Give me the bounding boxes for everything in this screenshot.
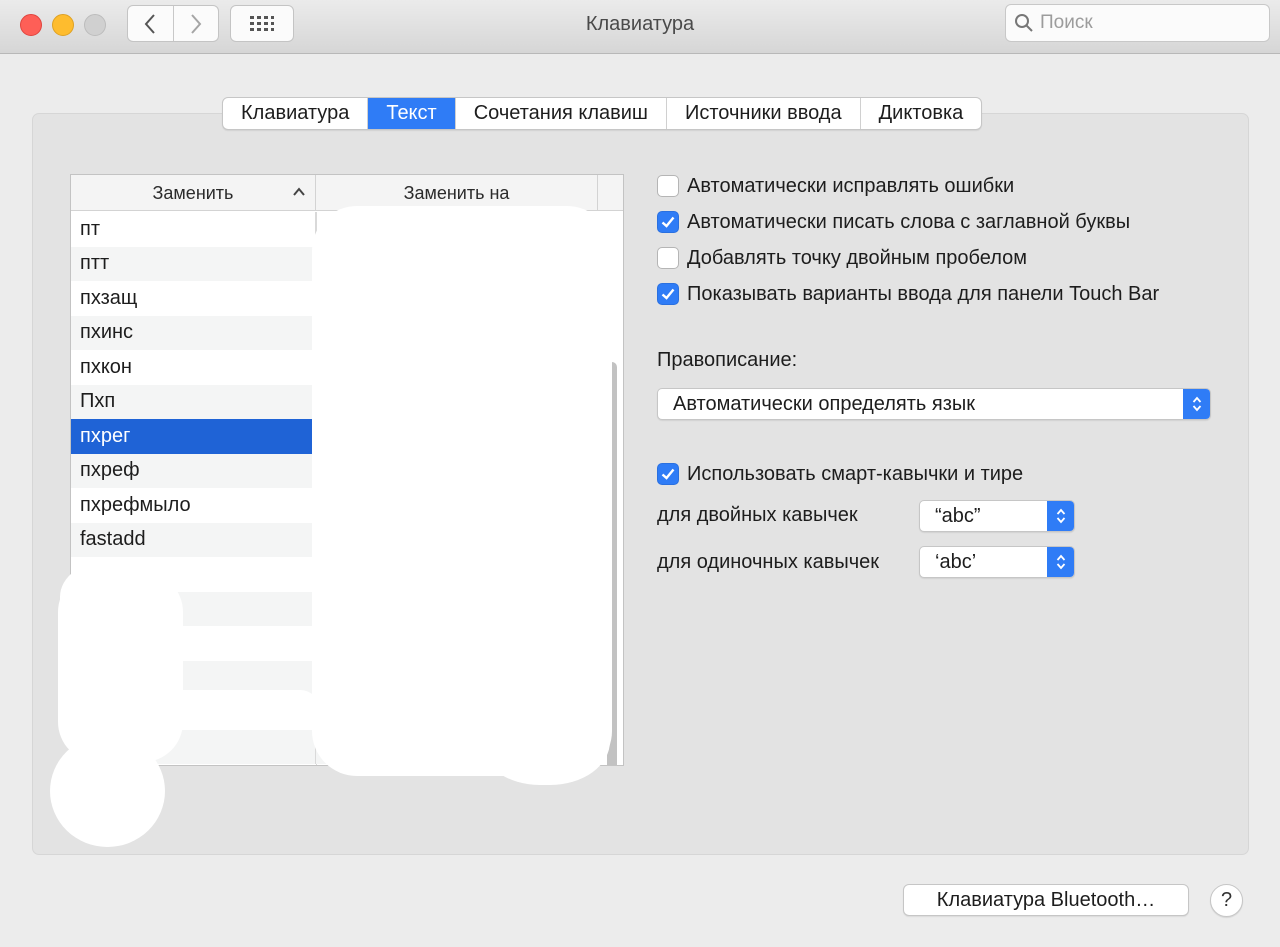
redaction-mark <box>490 210 608 280</box>
checkmark-icon <box>661 288 675 300</box>
smart-quotes-label: Использовать смарт-кавычки и тире <box>687 462 1024 485</box>
double-quotes-select[interactable]: “abc” <box>919 500 1075 532</box>
search-input[interactable] <box>1040 12 1260 34</box>
touchbar-option[interactable]: Показывать варианты ввода для панели Tou… <box>657 282 1159 306</box>
double-space-period-label: Добавлять точку двойным пробелом <box>687 246 1028 269</box>
single-quotes-label: для одиночных кавычек <box>657 551 879 573</box>
redaction-mark <box>50 735 165 847</box>
double-space-period-checkbox[interactable] <box>657 247 679 269</box>
autocorrect-option[interactable]: Автоматически исправлять ошибки <box>657 174 1014 198</box>
double-space-period-option[interactable]: Добавлять точку двойным пробелом <box>657 246 1027 270</box>
replace-cell: Пхп <box>71 384 316 419</box>
double-quotes-label: для двойных кавычек <box>657 504 858 526</box>
tab-input-sources[interactable]: Источники ввода <box>665 98 860 129</box>
touchbar-checkbox[interactable] <box>657 283 679 305</box>
autocorrect-label: Автоматически исправлять ошибки <box>687 174 1015 197</box>
search-icon <box>1015 14 1033 32</box>
bluetooth-keyboard-button[interactable]: Клавиатура Bluetooth… <box>903 884 1189 916</box>
capitalize-checkbox[interactable] <box>657 211 679 233</box>
replace-cell: пхкон <box>71 350 316 385</box>
smart-quotes-option[interactable]: Использовать смарт-кавычки и тире <box>657 462 1023 486</box>
spelling-select[interactable]: Автоматически определять язык <box>657 388 1211 420</box>
checkmark-icon <box>661 468 675 480</box>
popup-arrows-icon <box>1183 389 1210 419</box>
replace-cell: пхрег <box>71 419 316 454</box>
help-button[interactable]: ? <box>1210 884 1243 917</box>
single-quotes-value: ‘abc’ <box>935 550 977 573</box>
tab-bar: Клавиатура Текст Сочетания клавиш Источн… <box>222 97 983 130</box>
autocorrect-checkbox[interactable] <box>657 175 679 197</box>
chevron-up-icon <box>293 187 305 196</box>
replace-cell: пхинс <box>71 315 316 350</box>
replace-cell: пхрефмыло <box>71 488 316 523</box>
capitalize-label: Автоматически писать слова с заглавной б… <box>687 210 1131 233</box>
spelling-select-value: Автоматически определять язык <box>673 392 976 415</box>
replace-cell: пхреф <box>71 453 316 488</box>
redaction-mark <box>480 690 610 785</box>
popup-arrows-icon <box>1047 501 1074 531</box>
redaction-mark <box>60 560 170 640</box>
checkmark-icon <box>661 216 675 228</box>
double-quotes-value: “abc” <box>935 504 981 527</box>
tab-dictation[interactable]: Диктовка <box>859 98 982 129</box>
replace-cell: fastadd <box>71 522 316 557</box>
tab-keyboard[interactable]: Клавиатура <box>223 98 367 129</box>
redaction-mark <box>312 206 612 776</box>
popup-arrows-icon <box>1047 547 1074 577</box>
capitalize-option[interactable]: Автоматически писать слова с заглавной б… <box>657 210 1130 234</box>
replace-cell: птт <box>71 246 316 281</box>
single-quotes-select[interactable]: ‘abc’ <box>919 546 1075 578</box>
title-bar: Клавиатура <box>0 0 1280 54</box>
column-header-replace[interactable]: Заменить <box>71 175 316 211</box>
redaction-mark <box>325 700 465 775</box>
tab-shortcuts[interactable]: Сочетания клавиш <box>454 98 666 129</box>
smart-quotes-checkbox[interactable] <box>657 463 679 485</box>
column-header-replace-label: Заменить <box>152 182 234 203</box>
tab-text[interactable]: Текст <box>367 98 455 129</box>
redaction-mark <box>70 690 320 730</box>
replace-cell: пт <box>71 212 316 247</box>
search-field[interactable] <box>1005 4 1270 42</box>
spelling-label: Правописание: <box>657 349 798 371</box>
touchbar-label: Показывать варианты ввода для панели Tou… <box>687 282 1160 305</box>
replace-cell: пхзащ <box>71 281 316 316</box>
